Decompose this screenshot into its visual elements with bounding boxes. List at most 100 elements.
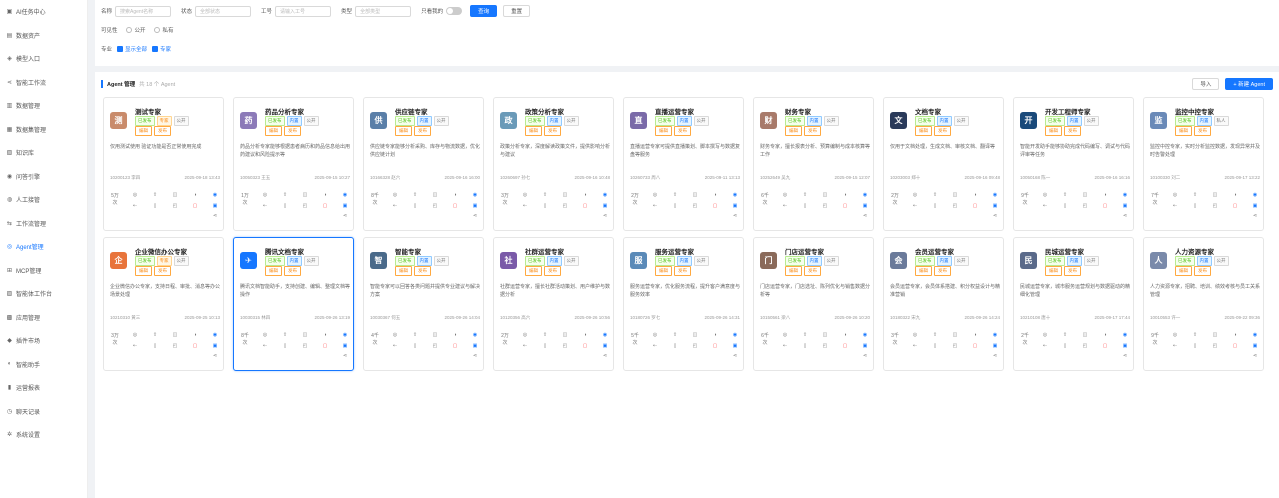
lock-icon[interactable]: ▣ bbox=[1120, 343, 1130, 349]
publish-button[interactable]: 发布 bbox=[1194, 266, 1211, 276]
delete-icon[interactable]: ▢ bbox=[450, 203, 460, 209]
more-icon[interactable]: ⋖ bbox=[340, 353, 350, 359]
link-icon[interactable]: ⇠ bbox=[520, 343, 530, 349]
delete-icon[interactable]: ▢ bbox=[970, 203, 980, 209]
edit-button[interactable]: 编辑 bbox=[915, 266, 932, 276]
visibility-public-radio[interactable] bbox=[125, 27, 132, 33]
publish-button[interactable]: 发布 bbox=[804, 266, 821, 276]
export-icon[interactable]: ◰ bbox=[560, 203, 570, 209]
publish-button[interactable]: 发布 bbox=[674, 266, 691, 276]
agent-card[interactable]: 供 供应链专家 已发布 内置 公开 编辑 发布 供应链专家能够分析采购、库存与物流数据，优化供… bbox=[363, 97, 484, 231]
publish-button[interactable]: 发布 bbox=[414, 126, 431, 136]
export-icon[interactable]: ◰ bbox=[170, 343, 180, 349]
edit-button[interactable]: 编辑 bbox=[395, 126, 412, 136]
edit-button[interactable]: 编辑 bbox=[525, 266, 542, 276]
link-icon[interactable]: ⇠ bbox=[260, 203, 270, 209]
lock-icon[interactable]: ▣ bbox=[990, 203, 1000, 209]
more-icon[interactable]: ⋖ bbox=[470, 213, 480, 219]
link-icon[interactable]: ⇠ bbox=[130, 343, 140, 349]
copy-icon[interactable]: ▯ bbox=[280, 203, 290, 209]
lock-icon[interactable]: ▣ bbox=[860, 343, 870, 349]
lock-icon[interactable]: ▣ bbox=[210, 203, 220, 209]
edit-button[interactable]: 编辑 bbox=[1045, 266, 1062, 276]
category-all-checkbox[interactable] bbox=[117, 46, 124, 52]
lock-icon[interactable]: ▣ bbox=[1250, 203, 1260, 209]
link-icon[interactable]: ⇠ bbox=[910, 203, 920, 209]
export-icon[interactable]: ◰ bbox=[1210, 203, 1220, 209]
lock-icon[interactable]: ▣ bbox=[340, 203, 350, 209]
copy-icon[interactable]: ▯ bbox=[150, 203, 160, 209]
edit-button[interactable]: 编辑 bbox=[1175, 266, 1192, 276]
delete-icon[interactable]: ▢ bbox=[1100, 343, 1110, 349]
delete-icon[interactable]: ▢ bbox=[970, 343, 980, 349]
job-number-input[interactable]: 请输入工号 bbox=[275, 5, 332, 17]
sidebar-item-9[interactable]: ⇆ 工作流管理 bbox=[0, 212, 87, 236]
publish-button[interactable]: 发布 bbox=[934, 266, 951, 276]
export-icon[interactable]: ◰ bbox=[950, 203, 960, 209]
agent-card[interactable]: 开 开发工程师专家 已发布 内置 公开 编辑 发布 智能开发助手能够协助完成代码编写、调试与代… bbox=[1013, 97, 1134, 231]
more-icon[interactable]: ⋖ bbox=[860, 353, 870, 359]
copy-icon[interactable]: ▯ bbox=[1190, 343, 1200, 349]
copy-icon[interactable]: ▯ bbox=[1060, 343, 1070, 349]
delete-icon[interactable]: ▢ bbox=[840, 203, 850, 209]
lock-icon[interactable]: ▣ bbox=[210, 343, 220, 349]
export-icon[interactable]: ◰ bbox=[300, 203, 310, 209]
lock-icon[interactable]: ▣ bbox=[470, 203, 480, 209]
edit-button[interactable]: 编辑 bbox=[265, 266, 282, 276]
lock-icon[interactable]: ▣ bbox=[990, 343, 1000, 349]
agent-card[interactable]: 监 监控中控专家 已发布 内置 私人 编辑 发布 监控中控专家，实时分析监控数据，发现异常并及… bbox=[1143, 97, 1264, 231]
publish-button[interactable]: 发布 bbox=[154, 126, 171, 136]
publish-button[interactable]: 发布 bbox=[1194, 126, 1211, 136]
publish-button[interactable]: 发布 bbox=[1064, 126, 1081, 136]
link-icon[interactable]: ⇠ bbox=[650, 203, 660, 209]
sidebar-item-13[interactable]: ▩ 应用管理 bbox=[0, 306, 87, 330]
delete-icon[interactable]: ▢ bbox=[840, 343, 850, 349]
type-select[interactable]: 全部类型 bbox=[355, 5, 412, 17]
link-icon[interactable]: ⇠ bbox=[390, 343, 400, 349]
edit-button[interactable]: 编辑 bbox=[1175, 126, 1192, 136]
edit-button[interactable]: 编辑 bbox=[525, 126, 542, 136]
copy-icon[interactable]: ▯ bbox=[410, 343, 420, 349]
sidebar-item-15[interactable]: ◐ 智能助手 bbox=[0, 353, 87, 377]
delete-icon[interactable]: ▢ bbox=[190, 343, 200, 349]
export-icon[interactable]: ◰ bbox=[430, 343, 440, 349]
query-button[interactable]: 查询 bbox=[470, 5, 498, 17]
publish-button[interactable]: 发布 bbox=[674, 126, 691, 136]
copy-icon[interactable]: ▯ bbox=[150, 343, 160, 349]
delete-icon[interactable]: ▢ bbox=[1230, 343, 1240, 349]
copy-icon[interactable]: ▯ bbox=[800, 203, 810, 209]
copy-icon[interactable]: ▯ bbox=[930, 343, 940, 349]
sidebar-item-14[interactable]: ◆ 插件市场 bbox=[0, 329, 87, 353]
edit-button[interactable]: 编辑 bbox=[785, 126, 802, 136]
edit-button[interactable]: 编辑 bbox=[1045, 126, 1062, 136]
delete-icon[interactable]: ▢ bbox=[1100, 203, 1110, 209]
link-icon[interactable]: ⇠ bbox=[910, 343, 920, 349]
export-icon[interactable]: ◰ bbox=[1080, 203, 1090, 209]
sidebar-item-12[interactable]: ▨ 智能体工作台 bbox=[0, 282, 87, 306]
delete-icon[interactable]: ▢ bbox=[710, 203, 720, 209]
export-icon[interactable]: ◰ bbox=[1210, 343, 1220, 349]
sidebar-item-11[interactable]: ⊞ MCP管理 bbox=[0, 259, 87, 283]
copy-icon[interactable]: ▯ bbox=[800, 343, 810, 349]
more-icon[interactable]: ⋖ bbox=[990, 353, 1000, 359]
sidebar-item-16[interactable]: ▮ 运营报表 bbox=[0, 376, 87, 400]
link-icon[interactable]: ⇠ bbox=[650, 343, 660, 349]
only-mine-toggle[interactable] bbox=[446, 7, 463, 15]
sidebar-item-1[interactable]: ▤ 数据资产 bbox=[0, 24, 87, 48]
agent-card[interactable]: 智 智能专家 已发布 内置 公开 编辑 发布 智能专家可以回答各类问题并提供专业建议与解决方案… bbox=[363, 237, 484, 371]
agent-card[interactable]: 测 测试专家 已发布 专家 公开 编辑 发布 仅用测试使用 验证功能是否正常使用完成 10200… bbox=[103, 97, 224, 231]
reset-button[interactable]: 重置 bbox=[503, 5, 531, 17]
publish-button[interactable]: 发布 bbox=[414, 266, 431, 276]
agent-card[interactable]: 文 文档专家 已发布 内置 公开 编辑 发布 仅用于文档处理，生成文档、审核文档、翻译等 102… bbox=[883, 97, 1004, 231]
sidebar-item-17[interactable]: ◷ 聊天记录 bbox=[0, 400, 87, 424]
sidebar-item-3[interactable]: ⋖ 智能工作流 bbox=[0, 71, 87, 95]
link-icon[interactable]: ⇠ bbox=[1040, 203, 1050, 209]
delete-icon[interactable]: ▢ bbox=[580, 343, 590, 349]
more-icon[interactable]: ⋖ bbox=[1250, 213, 1260, 219]
export-icon[interactable]: ◰ bbox=[430, 203, 440, 209]
edit-button[interactable]: 编辑 bbox=[265, 126, 282, 136]
agent-card[interactable]: 直 直播运营专家 已发布 内置 公开 编辑 发布 直播运营专家可提供直播策划、脚本撰写与数据复… bbox=[623, 97, 744, 231]
name-search-input[interactable]: 搜索Agent名称 bbox=[115, 5, 172, 17]
link-icon[interactable]: ⇠ bbox=[780, 203, 790, 209]
lock-icon[interactable]: ▣ bbox=[600, 203, 610, 209]
